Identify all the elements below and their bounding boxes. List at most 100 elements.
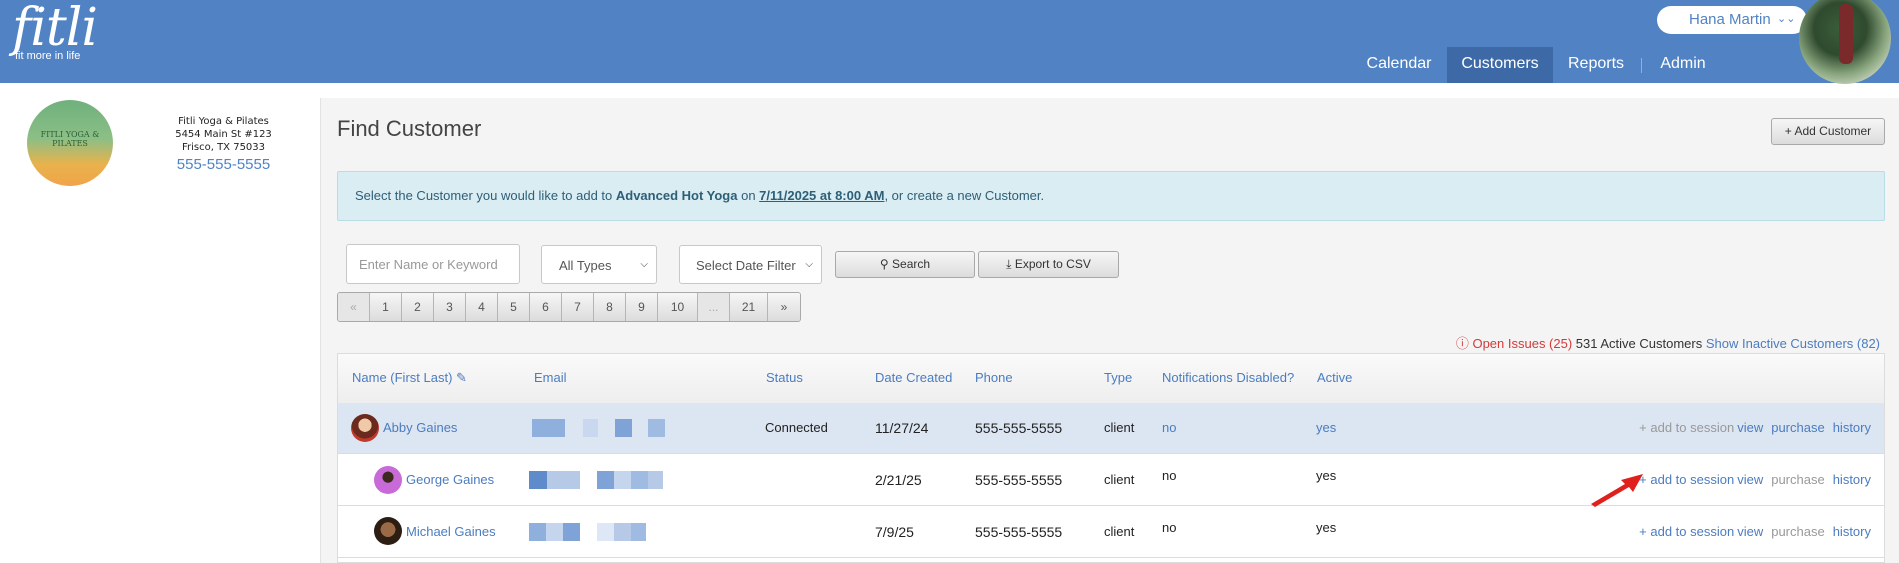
view-link[interactable]: view bbox=[1737, 472, 1763, 487]
page-21[interactable]: 21 bbox=[730, 293, 768, 321]
view-link[interactable]: view bbox=[1737, 524, 1763, 539]
chevron-down-icon: ⌵ bbox=[640, 259, 648, 270]
date-filter-value: Select Date Filter bbox=[696, 258, 796, 273]
purchase-link: purchase bbox=[1771, 524, 1825, 539]
user-name: Hana Martin bbox=[1689, 11, 1771, 28]
table-row[interactable]: Michael Gaines 7/9/25 555-555-5555 clien… bbox=[338, 506, 1884, 558]
page-ellipsis: ... bbox=[698, 293, 730, 321]
add-customer-button[interactable]: + Add Customer bbox=[1771, 118, 1885, 145]
pagination: « 1 2 3 4 5 6 7 8 9 10 ... 21 » bbox=[337, 292, 801, 322]
customer-type: client bbox=[1104, 472, 1135, 487]
page-10[interactable]: 10 bbox=[658, 293, 698, 321]
row-actions: + add to session view purchase history bbox=[1631, 524, 1871, 539]
info-middle: on bbox=[737, 188, 760, 203]
page-5[interactable]: 5 bbox=[498, 293, 530, 321]
history-link[interactable]: history bbox=[1833, 420, 1871, 435]
col-type[interactable]: Type bbox=[1104, 370, 1132, 385]
nav-admin[interactable]: Admin bbox=[1650, 47, 1716, 83]
search-input[interactable] bbox=[347, 245, 519, 283]
table-row[interactable]: Abby Gaines Connected 11/27/24 555-555-5… bbox=[338, 403, 1884, 454]
export-csv-button[interactable]: ⤓ Export to CSV bbox=[978, 251, 1119, 278]
nav-customers[interactable]: Customers bbox=[1447, 47, 1553, 83]
page-prev[interactable]: « bbox=[338, 293, 370, 321]
page-6[interactable]: 6 bbox=[530, 293, 562, 321]
nav-calendar[interactable]: Calendar bbox=[1358, 47, 1440, 83]
col-email[interactable]: Email bbox=[534, 370, 567, 385]
search-button-label: Search bbox=[892, 257, 931, 271]
info-text: Select the Customer you would like to ad… bbox=[355, 188, 1044, 203]
page-2[interactable]: 2 bbox=[402, 293, 434, 321]
nav-reports[interactable]: Reports bbox=[1560, 47, 1632, 83]
studio-name: Fitli Yoga & Pilates bbox=[178, 116, 269, 127]
export-button-label: Export to CSV bbox=[1014, 257, 1091, 271]
nav-divider bbox=[1641, 58, 1642, 73]
type-select-value: All Types bbox=[559, 258, 612, 273]
page-4[interactable]: 4 bbox=[466, 293, 498, 321]
page-7[interactable]: 7 bbox=[562, 293, 594, 321]
open-issues-link[interactable]: ⓘ Open Issues (25) bbox=[1456, 336, 1572, 351]
purchase-link[interactable]: purchase bbox=[1771, 420, 1824, 435]
studio-logo: FITLI YOGA & PILATES bbox=[27, 100, 113, 186]
col-phone[interactable]: Phone bbox=[975, 370, 1013, 385]
user-menu[interactable]: Hana Martin ⌄⌄ bbox=[1657, 6, 1807, 34]
customer-notifications-disabled: no bbox=[1162, 468, 1177, 483]
page-3[interactable]: 3 bbox=[434, 293, 466, 321]
search-button[interactable]: ⚲ Search bbox=[835, 251, 975, 278]
studio-address-line1: 5454 Main St #123 bbox=[175, 129, 272, 140]
col-name-label: Name (First Last) bbox=[352, 370, 453, 385]
active-count: 531 Active Customers bbox=[1575, 336, 1703, 351]
customer-table: Name (First Last) ✎ Email Status Date Cr… bbox=[337, 353, 1885, 563]
col-status[interactable]: Status bbox=[766, 370, 803, 385]
download-icon: ⤓ bbox=[1006, 257, 1012, 271]
customer-active[interactable]: yes bbox=[1316, 420, 1336, 435]
annotation-arrow-icon bbox=[1591, 474, 1643, 507]
page-next[interactable]: » bbox=[768, 293, 800, 321]
show-inactive-link[interactable]: Show Inactive Customers (82) bbox=[1706, 336, 1880, 351]
info-prefix: Select the Customer you would like to ad… bbox=[355, 188, 616, 203]
customer-stats: ⓘ Open Issues (25) 531 Active Customers … bbox=[1456, 333, 1880, 352]
page-1[interactable]: 1 bbox=[370, 293, 402, 321]
customer-name[interactable]: George Gaines bbox=[406, 472, 494, 487]
info-banner: Select the Customer you would like to ad… bbox=[337, 171, 1885, 221]
search-icon: ⚲ bbox=[879, 257, 889, 271]
customer-date-created: 2/21/25 bbox=[875, 472, 922, 488]
add-to-session-link[interactable]: + add to session bbox=[1639, 472, 1734, 487]
pencil-icon[interactable]: ✎ bbox=[456, 370, 467, 385]
customer-phone: 555-555-5555 bbox=[975, 524, 1063, 540]
studio-logo-text: FITLI YOGA & PILATES bbox=[40, 130, 100, 148]
history-link[interactable]: history bbox=[1833, 472, 1871, 487]
customer-status: Connected bbox=[765, 420, 828, 435]
alert-icon: ⓘ bbox=[1455, 336, 1469, 351]
row-actions: + add to session view purchase history bbox=[1631, 472, 1871, 487]
customer-type: client bbox=[1104, 420, 1135, 435]
customer-name[interactable]: Michael Gaines bbox=[406, 524, 496, 539]
customer-active: yes bbox=[1316, 520, 1337, 535]
table-row[interactable]: George Gaines 2/21/25 555-555-5555 clien… bbox=[338, 454, 1884, 506]
col-date-created[interactable]: Date Created bbox=[875, 370, 952, 385]
history-link[interactable]: history bbox=[1833, 524, 1871, 539]
customer-notifications-disabled[interactable]: no bbox=[1162, 420, 1176, 435]
add-to-session-link[interactable]: + add to session bbox=[1639, 524, 1734, 539]
customer-date-created: 11/27/24 bbox=[875, 420, 929, 436]
studio-address: Fitli Yoga & Pilates 5454 Main St #123 F… bbox=[150, 115, 297, 154]
customer-phone: 555-555-5555 bbox=[975, 420, 1063, 436]
customer-avatar bbox=[374, 466, 402, 494]
add-to-session-link: + add to session bbox=[1639, 420, 1735, 435]
page-9[interactable]: 9 bbox=[626, 293, 658, 321]
type-select[interactable]: All Types ⌵ bbox=[541, 245, 657, 284]
info-class-name: Advanced Hot Yoga bbox=[615, 188, 738, 203]
studio-phone[interactable]: 555-555-5555 bbox=[150, 156, 297, 173]
col-active[interactable]: Active bbox=[1317, 370, 1352, 385]
date-filter-select[interactable]: Select Date Filter ⌵ bbox=[679, 245, 822, 284]
col-notifications-disabled[interactable]: Notifications Disabled? bbox=[1162, 370, 1294, 385]
customer-avatar bbox=[351, 414, 379, 442]
table-header: Name (First Last) ✎ Email Status Date Cr… bbox=[338, 354, 1884, 404]
customer-name[interactable]: Abby Gaines bbox=[383, 420, 457, 435]
view-link[interactable]: view bbox=[1737, 420, 1763, 435]
purchase-link: purchase bbox=[1771, 472, 1825, 487]
customer-date-created: 7/9/25 bbox=[875, 524, 914, 540]
customer-notifications-disabled: no bbox=[1162, 520, 1177, 535]
col-name[interactable]: Name (First Last) ✎ bbox=[352, 370, 467, 386]
studio-address-line2: Frisco, TX 75033 bbox=[181, 142, 266, 153]
page-8[interactable]: 8 bbox=[594, 293, 626, 321]
